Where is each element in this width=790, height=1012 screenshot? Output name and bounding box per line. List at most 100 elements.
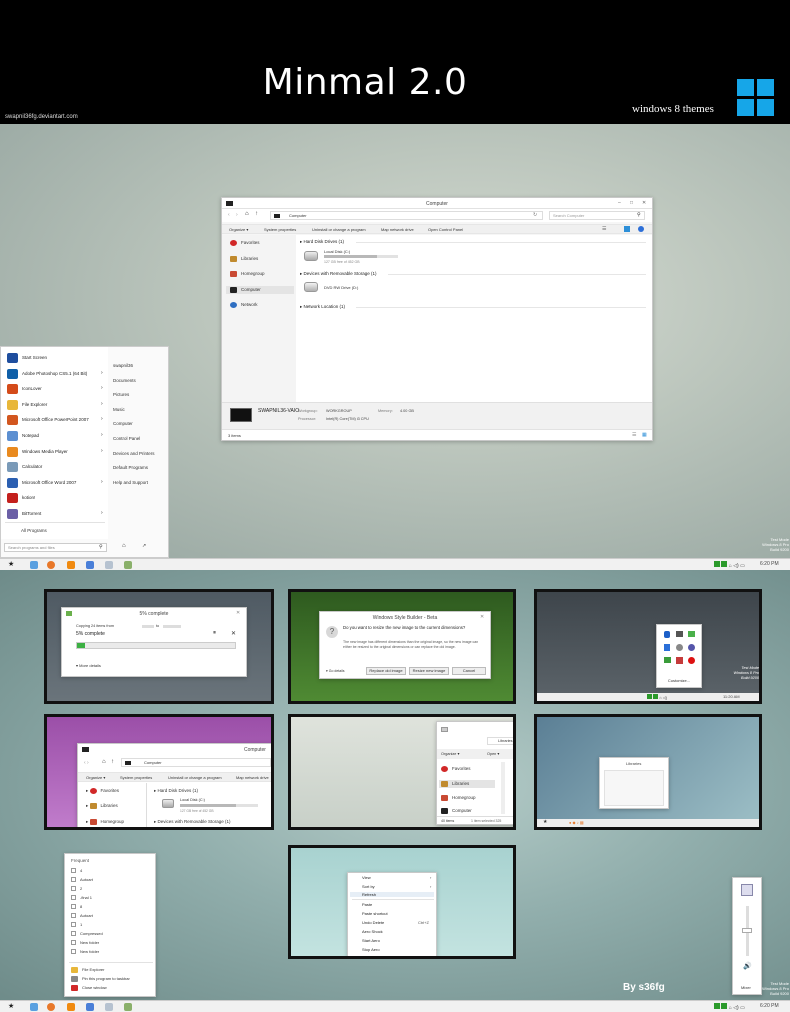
- steam-icon[interactable]: [688, 644, 695, 651]
- toolbar-organize[interactable]: Organize ▾: [86, 775, 105, 780]
- address-input[interactable]: Computer ↻: [270, 211, 543, 220]
- dvd-drive-item[interactable]: DVD RW Drive (D:): [304, 281, 404, 295]
- start-place-link[interactable]: Help and Support: [113, 480, 148, 485]
- group-hdd[interactable]: ▸ Hard Disk Drives (1): [300, 239, 344, 245]
- program-item[interactable]: Notepad ›: [5, 430, 105, 442]
- jump-list-item[interactable]: 2: [71, 886, 82, 892]
- clock[interactable]: 6:20 PM: [760, 561, 779, 567]
- program-item[interactable]: File Explorer ›: [5, 399, 105, 411]
- maximize-button[interactable]: □: [630, 200, 633, 206]
- start-place-link[interactable]: Devices and Printers: [113, 451, 155, 456]
- all-programs-link[interactable]: All Programs: [21, 528, 47, 533]
- preview-pane-icon[interactable]: [624, 226, 630, 232]
- program-item[interactable]: Start Screen: [5, 352, 105, 364]
- address-input[interactable]: Libraries: [487, 737, 513, 745]
- network-icon[interactable]: [676, 631, 683, 637]
- toolbar-map-drive[interactable]: Map network drive: [236, 775, 269, 780]
- forward-icon[interactable]: ›: [236, 212, 238, 218]
- program-item[interactable]: Microsoft Office PowerPoint 2007 ›: [5, 414, 105, 426]
- toolbar-system-properties[interactable]: System properties: [120, 775, 152, 780]
- details-toggle[interactable]: ▾ Go details: [326, 669, 345, 673]
- search-input[interactable]: Search Computer ⚲: [549, 211, 645, 220]
- details-view-icon[interactable]: ☰: [632, 432, 636, 438]
- clock[interactable]: 11:20 AM: [723, 694, 740, 699]
- back-icon[interactable]: ‹: [228, 212, 230, 218]
- home-icon[interactable]: ⌂: [245, 211, 249, 217]
- nav-libraries[interactable]: Libraries: [439, 780, 495, 788]
- ie-icon[interactable]: [30, 1003, 38, 1011]
- home-icon[interactable]: ⌂: [102, 759, 106, 765]
- tray-icons[interactable]: ⌂ ◁): [647, 694, 667, 700]
- nav-computer[interactable]: Computer: [226, 286, 294, 294]
- replace-old-image-button[interactable]: Replace old image: [366, 667, 406, 675]
- jump-list-item[interactable]: Autoart: [71, 913, 93, 919]
- taskbar-apps[interactable]: ● ◆ ♪ ▦: [569, 820, 584, 825]
- jump-list-item[interactable]: New folder: [71, 949, 99, 955]
- cancel-button[interactable]: Cancel: [452, 667, 486, 675]
- toolbar-organize[interactable]: Organize ▾: [441, 751, 459, 756]
- volume-slider-thumb[interactable]: [742, 928, 752, 933]
- toolbar-open[interactable]: Open ▾: [487, 751, 499, 756]
- sync-icon[interactable]: [664, 657, 671, 663]
- pause-button[interactable]: ⏸: [213, 630, 216, 637]
- program-item[interactable]: Microsoft Office Word 2007 ›: [5, 477, 105, 489]
- program-item[interactable]: Windows Media Player ›: [5, 446, 105, 458]
- start-place-link[interactable]: Pictures: [113, 392, 129, 397]
- image-viewer-icon[interactable]: [124, 1003, 132, 1011]
- context-menu-item[interactable]: Paste: [362, 902, 372, 907]
- jump-list-item[interactable]: New folder: [71, 940, 99, 946]
- program-item[interactable]: BitTorrent ›: [5, 508, 105, 520]
- start-place-link[interactable]: swapnil36: [113, 363, 133, 368]
- toolbar-uninstall[interactable]: Uninstall or change a program: [168, 775, 222, 780]
- shutdown-button[interactable]: ⌂: [122, 543, 126, 549]
- tray-icons[interactable]: ⌂ ◁) ▭: [714, 1003, 745, 1011]
- vlc-icon[interactable]: [67, 1003, 75, 1011]
- start-button[interactable]: ★: [543, 819, 547, 825]
- cancel-copy-button[interactable]: ✕: [231, 630, 236, 637]
- context-menu-item[interactable]: View: [362, 875, 371, 880]
- nav-network[interactable]: Network: [230, 302, 258, 308]
- submenu-arrow-icon[interactable]: ›: [101, 416, 103, 422]
- jump-list-item[interactable]: 8: [71, 904, 82, 910]
- media-player-icon[interactable]: [86, 1003, 94, 1011]
- start-button[interactable]: ★: [8, 1002, 14, 1010]
- program-item[interactable]: kotion!: [5, 492, 105, 504]
- settings-icon[interactable]: [676, 644, 683, 651]
- record-icon[interactable]: [688, 657, 695, 664]
- nav-favorites[interactable]: ▸ Favorites: [86, 788, 119, 794]
- context-menu-item[interactable]: Undo Delete: [362, 920, 384, 925]
- submenu-arrow-icon[interactable]: ›: [101, 448, 103, 454]
- submenu-arrow-icon[interactable]: ›: [101, 510, 103, 516]
- context-menu-item[interactable]: Sort by: [362, 884, 375, 889]
- group-removable[interactable]: ▸ Devices with Removable Storage (1): [300, 271, 377, 277]
- start-place-link[interactable]: Computer: [113, 421, 133, 426]
- address-input[interactable]: Computer: [121, 758, 271, 767]
- minimize-button[interactable]: –: [618, 200, 621, 206]
- firefox-icon[interactable]: [47, 561, 55, 569]
- jump-list-item[interactable]: Compressed: [71, 931, 103, 937]
- jump-close[interactable]: Close window: [71, 985, 107, 991]
- speaker-icon[interactable]: 🔊: [743, 962, 752, 970]
- context-menu-item[interactable]: Aero Shock: [362, 929, 383, 934]
- program-item[interactable]: Calculator: [5, 461, 105, 473]
- context-menu-item[interactable]: Paste shortcut: [362, 911, 388, 916]
- toolbar-system-properties[interactable]: System properties: [264, 227, 296, 232]
- font-icon[interactable]: [676, 657, 683, 664]
- resize-new-image-button[interactable]: Resize new image: [409, 667, 449, 675]
- jump-list-item[interactable]: 4: [71, 868, 82, 874]
- tiles-view-icon[interactable]: ▦: [642, 432, 647, 438]
- group-network[interactable]: ▸ Network Location (1): [300, 304, 345, 310]
- nav-homegroup[interactable]: Homegroup: [230, 271, 265, 277]
- nav-favorites[interactable]: Favorites: [230, 240, 260, 246]
- toolbar-uninstall[interactable]: Uninstall or change a program: [312, 227, 366, 232]
- image-viewer-icon[interactable]: [124, 561, 132, 569]
- view-options-icon[interactable]: ☰: [602, 226, 606, 232]
- toolbar-map-drive[interactable]: Map network drive: [381, 227, 414, 232]
- jump-file-explorer[interactable]: File Explorer: [71, 967, 104, 973]
- jump-list-item[interactable]: -final 1: [71, 895, 92, 901]
- up-icon[interactable]: ↑: [255, 211, 258, 217]
- start-place-link[interactable]: Music: [113, 407, 125, 412]
- program-item[interactable]: Adobe Photoshop CS5.1 (64 Bit) ›: [5, 368, 105, 380]
- start-place-link[interactable]: Control Panel: [113, 436, 140, 441]
- ie-icon[interactable]: [30, 561, 38, 569]
